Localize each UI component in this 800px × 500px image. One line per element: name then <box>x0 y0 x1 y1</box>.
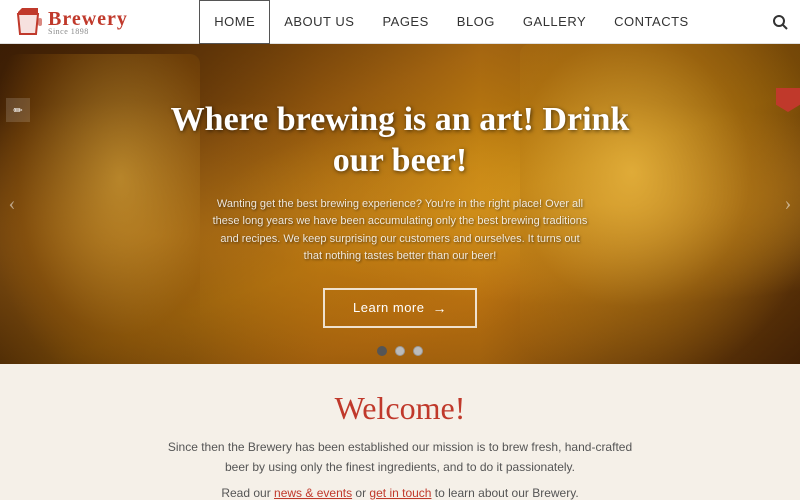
welcome-section: Welcome! Since then the Brewery has been… <box>0 370 800 500</box>
nav-gallery[interactable]: GALLERY <box>509 0 600 44</box>
welcome-title: Welcome! <box>60 390 740 427</box>
dot-1[interactable] <box>377 346 387 356</box>
get-in-touch-link[interactable]: get in touch <box>369 486 431 500</box>
link-suffix: to learn about our Brewery. <box>431 486 578 500</box>
logo-icon <box>14 8 42 36</box>
nav-pages[interactable]: PAGES <box>368 0 442 44</box>
learn-more-button[interactable]: Learn more → <box>323 288 477 328</box>
nav-about[interactable]: ABOUT US <box>270 0 368 44</box>
hero-title: Where brewing is an art! Drink our beer! <box>150 100 650 182</box>
hero-subtitle: Wanting get the best brewing experience?… <box>210 196 590 266</box>
hero-next-button[interactable]: › <box>778 193 798 216</box>
logo[interactable]: Brewery Since 1898 <box>0 8 142 36</box>
search-button[interactable] <box>760 0 800 44</box>
arrow-icon: → <box>432 300 447 316</box>
welcome-links: Read our news & events or get in touch t… <box>60 486 740 500</box>
hero-section: ✏ ‹ › Where brewing is an art! Drink our… <box>0 44 800 364</box>
news-events-link[interactable]: news & events <box>274 486 352 500</box>
welcome-text-line2: beer by using only the finest ingredient… <box>225 460 575 474</box>
search-icon <box>772 14 788 30</box>
nav-blog[interactable]: BLOG <box>443 0 509 44</box>
link-prefix: Read our <box>221 486 274 500</box>
header: Brewery Since 1898 HOME ABOUT US PAGES B… <box>0 0 800 44</box>
hero-prev-button[interactable]: ‹ <box>2 193 22 216</box>
hero-content: Where brewing is an art! Drink our beer!… <box>0 44 800 364</box>
dot-3[interactable] <box>413 346 423 356</box>
carousel-dots <box>0 346 800 356</box>
welcome-body: Since then the Brewery has been establis… <box>110 437 690 478</box>
nav-contacts[interactable]: CONTACTS <box>600 0 703 44</box>
nav-home[interactable]: HOME <box>199 0 270 44</box>
edit-button[interactable]: ✏ <box>6 98 30 122</box>
welcome-text-line1: Since then the Brewery has been establis… <box>168 440 632 454</box>
link-mid: or <box>352 486 369 500</box>
main-nav: HOME ABOUT US PAGES BLOG GALLERY CONTACT… <box>142 0 760 44</box>
dot-2[interactable] <box>395 346 405 356</box>
learn-more-label: Learn more <box>353 300 424 315</box>
